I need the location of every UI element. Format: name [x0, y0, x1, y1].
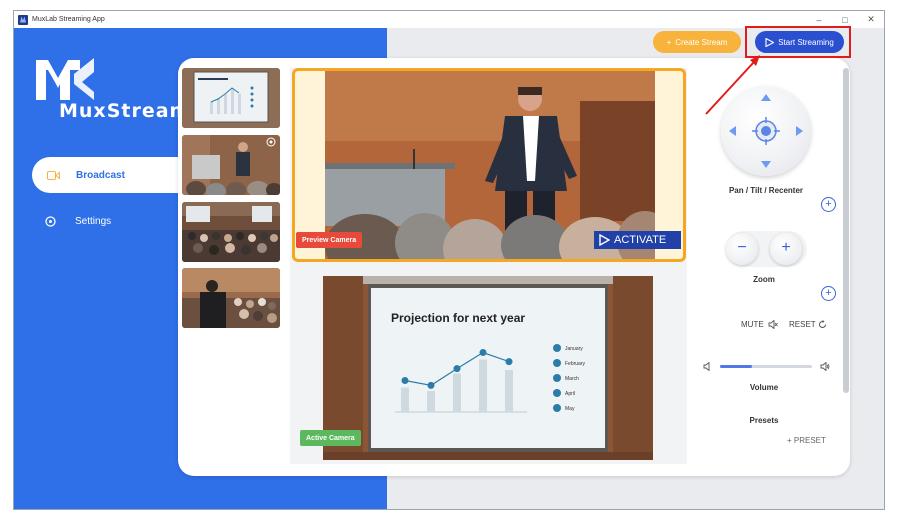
slide-point	[505, 358, 513, 366]
mute-button[interactable]: MUTE	[741, 320, 764, 329]
thumbnail-image	[182, 268, 280, 328]
legend-february: February	[565, 361, 586, 367]
add-preset-button[interactable]: + PRESET	[787, 436, 826, 445]
camera-thumbnail-3[interactable]	[182, 202, 280, 262]
create-stream-label: Create Stream	[675, 37, 728, 47]
active-camera-tag: Active Camera	[300, 430, 361, 446]
volume-low-icon	[703, 362, 710, 371]
window-title: MuxLab Streaming App	[32, 16, 105, 23]
slide-point	[453, 365, 461, 373]
slide-bar	[401, 387, 409, 412]
slide-point	[427, 381, 435, 389]
active-scene: Projection for next year January Februar…	[323, 276, 653, 460]
camera-thumbnail-4[interactable]	[182, 268, 280, 328]
ptz-label: Pan / Tilt / Recenter	[728, 186, 804, 195]
slide-title: Projection for next year	[391, 311, 525, 325]
camera-thumbnail-1[interactable]	[182, 68, 280, 128]
slide-bar	[479, 359, 487, 412]
brand-name: MuxStream	[59, 100, 191, 122]
ptz-arrows	[729, 94, 803, 168]
legend-may: May	[565, 406, 575, 412]
active-camera-image[interactable]: Projection for next year January Februar…	[323, 276, 653, 460]
add-zoom-preset-button[interactable]: +	[821, 286, 836, 301]
thumbnail-image	[182, 135, 280, 195]
zoom-in-button[interactable]: +	[770, 233, 802, 265]
app-logo-icon	[18, 14, 28, 25]
legend-april: April	[565, 391, 575, 397]
zoom-label: Zoom	[753, 275, 775, 284]
camera-thumbnail-2[interactable]	[182, 135, 280, 195]
plus-icon: +	[666, 37, 672, 47]
legend-march: March	[565, 376, 579, 382]
volume-label: Volume	[749, 383, 779, 392]
slide-point	[479, 349, 487, 356]
ptz-control[interactable]	[721, 86, 811, 176]
preview-camera-tag: Preview Camera	[296, 232, 363, 248]
mute-icon[interactable]	[768, 320, 778, 329]
thumbnail-image	[182, 202, 280, 262]
sidebar-item-label: Settings	[75, 215, 112, 227]
volume-high-icon	[820, 362, 830, 371]
recenter-icon[interactable]	[752, 117, 780, 145]
slide-bar	[453, 373, 461, 412]
play-icon	[599, 234, 610, 246]
video-camera-icon	[47, 170, 60, 180]
tilt-down-icon[interactable]	[761, 161, 771, 168]
volume-slider-fill	[720, 365, 753, 368]
create-stream-button[interactable]: + Create Stream	[653, 31, 741, 53]
reset-icon[interactable]	[818, 320, 827, 329]
muxstream-logo-icon	[36, 58, 94, 100]
sidebar-item-label: Broadcast	[76, 169, 125, 181]
add-ptz-preset-button[interactable]: +	[821, 197, 836, 212]
slide-bar	[505, 370, 513, 412]
close-button[interactable]: ✕	[858, 11, 884, 28]
pan-left-icon[interactable]	[729, 126, 736, 136]
legend-january: January	[565, 346, 583, 352]
slide-bar	[427, 391, 435, 412]
volume-slider[interactable]	[720, 365, 812, 368]
sidebar-item-settings[interactable]: Settings	[45, 211, 111, 231]
tilt-up-icon[interactable]	[761, 94, 771, 101]
thumbnail-image	[182, 68, 280, 128]
controls-scrollbar[interactable]	[843, 68, 849, 393]
settings-icon	[45, 215, 56, 227]
reset-button[interactable]: RESET	[789, 320, 816, 329]
slide-point	[401, 377, 409, 384]
presets-label: Presets	[749, 416, 779, 425]
zoom-out-button[interactable]: −	[726, 233, 758, 265]
pan-right-icon[interactable]	[796, 126, 803, 136]
activate-label: ACTIVATE	[614, 234, 667, 246]
activate-button[interactable]: ACTIVATE	[594, 231, 681, 249]
